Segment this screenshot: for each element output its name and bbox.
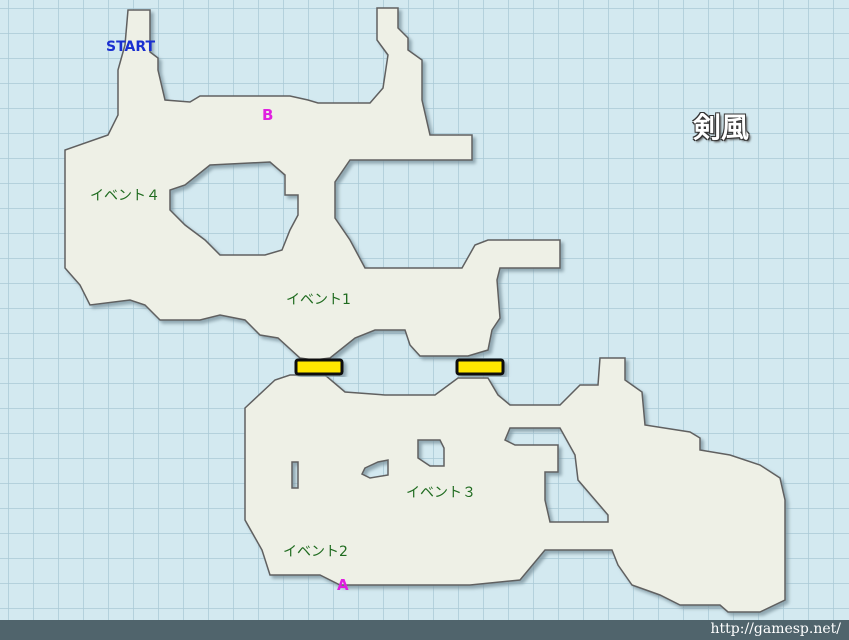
footer-bar: http://gamesp.net/ [0,620,849,640]
event-1-label: イベント1 [286,292,351,308]
bridge-right [455,358,505,376]
dungeon-map [0,0,849,640]
map-title: 剣風 [692,111,749,144]
site-url: http://gamesp.net/ [710,621,842,637]
event-2-label: イベント2 [283,544,348,560]
map-stage: 剣風 START B A イベント４ イベント1 イベント３ イベント2 htt… [0,0,849,640]
bridge-left [294,358,344,376]
event-4-label: イベント４ [90,188,160,204]
start-label: START [106,39,156,55]
marker-b: B [262,106,274,124]
marker-a: A [337,576,349,594]
event-3-label: イベント３ [406,485,476,501]
